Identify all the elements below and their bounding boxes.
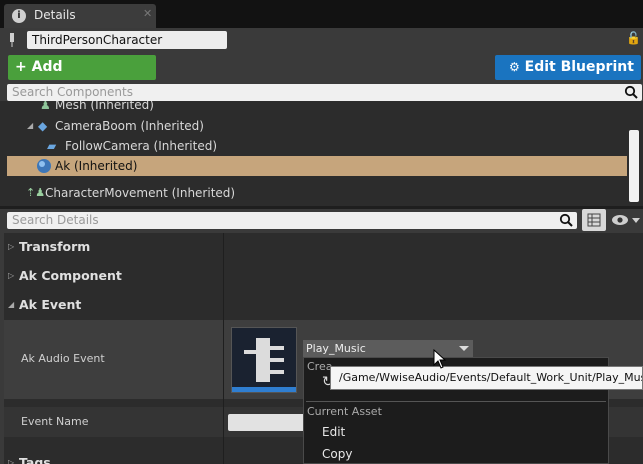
- category-label: Ak Component: [19, 268, 122, 283]
- collapsed-arrow-icon: ▷: [8, 242, 15, 251]
- actor-name-row: ThirdPersonCharacter 🔓: [0, 28, 643, 52]
- camera-icon: ▰: [47, 139, 57, 153]
- tab-title: Details: [34, 8, 76, 22]
- menu-separator: [306, 401, 606, 402]
- tree-item-ak[interactable]: Ak (Inherited): [7, 156, 627, 176]
- edit-blueprint-button[interactable]: ⚙ Edit Blueprint ▼: [495, 55, 641, 99]
- tree-item-mesh[interactable]: ♟ Mesh (Inherited): [0, 101, 628, 115]
- property-label: Ak Audio Event: [21, 352, 105, 365]
- property-matrix-button[interactable]: [582, 209, 606, 231]
- asset-path-tooltip: /Game/WwiseAudio/Events/Default_Work_Uni…: [330, 366, 643, 390]
- tree-item-label: CharacterMovement (Inherited): [45, 186, 236, 200]
- component-tree: ♟ Mesh (Inherited) ◢ ◆ CameraBoom (Inher…: [0, 101, 643, 208]
- chevron-down-icon: [459, 346, 469, 351]
- ak-sphere-icon: [37, 159, 51, 173]
- category-label: Ak Event: [19, 297, 82, 312]
- category-label: Tags: [19, 455, 51, 464]
- tree-item-label: Ak (Inherited): [55, 159, 138, 173]
- add-component-button[interactable]: + Add Component ▼: [8, 55, 156, 100]
- search-components-placeholder: Search Components: [12, 85, 133, 99]
- actor-name-input[interactable]: ThirdPersonCharacter: [27, 31, 227, 49]
- collapsed-arrow-icon: ▷: [8, 271, 15, 280]
- menu-item-edit[interactable]: Edit: [322, 425, 345, 439]
- lock-icon[interactable]: 🔓: [626, 31, 641, 45]
- tree-item-charactermovement[interactable]: ⇡♟ CharacterMovement (Inherited): [0, 183, 628, 203]
- tree-item-followcamera[interactable]: ▰ FollowCamera (Inherited): [0, 136, 628, 156]
- view-options-button[interactable]: [611, 213, 641, 227]
- collapsed-arrow-icon: ▷: [8, 458, 15, 464]
- category-label: Transform: [19, 239, 91, 254]
- mouse-cursor-icon: [433, 349, 447, 369]
- expanded-arrow-icon: ◢: [8, 300, 15, 309]
- tree-item-label: CameraBoom (Inherited): [55, 119, 204, 133]
- current-asset-header: Current Asset: [307, 405, 382, 418]
- asset-thumbnail[interactable]: [231, 327, 297, 393]
- create-header: Crea: [307, 360, 333, 373]
- tree-scrollbar[interactable]: [629, 130, 639, 202]
- search-icon: [559, 213, 573, 227]
- menu-item-copy[interactable]: Copy: [322, 447, 352, 461]
- search-details-placeholder: Search Details: [12, 213, 99, 227]
- tree-item-label: Mesh (Inherited): [55, 101, 154, 112]
- search-components-input[interactable]: Search Components: [7, 84, 642, 101]
- combo-value: Play_Music: [306, 342, 366, 355]
- category-transform[interactable]: ▷ Transform: [4, 233, 643, 261]
- gear-icon: ⚙: [509, 60, 520, 74]
- search-details-input[interactable]: Search Details: [7, 212, 577, 229]
- event-name-input[interactable]: [228, 414, 308, 431]
- info-icon: i: [12, 9, 26, 23]
- tree-item-label: FollowCamera (Inherited): [65, 139, 218, 153]
- mesh-icon: ♟: [40, 101, 51, 112]
- ak-event-asset-icon: [232, 328, 296, 392]
- edit-blueprint-label: Edit Blueprint: [524, 59, 634, 75]
- camera-boom-icon: ◆: [38, 119, 48, 133]
- eye-icon: [612, 215, 640, 225]
- character-movement-icon: ⇡♟: [26, 186, 46, 199]
- ak-audio-event-combo[interactable]: Play_Music: [303, 340, 473, 357]
- tab-details[interactable]: i Details ✕: [4, 4, 156, 28]
- column-divider[interactable]: [223, 233, 224, 464]
- splitter[interactable]: [0, 206, 643, 209]
- search-icon: [624, 85, 638, 99]
- category-ak-event[interactable]: ◢ Ak Event: [4, 291, 643, 319]
- expand-triangle-icon: ◢: [27, 121, 34, 130]
- tab-bar: i Details ✕: [0, 0, 643, 28]
- pin-icon: [10, 33, 14, 47]
- property-label: Event Name: [21, 415, 89, 428]
- category-ak-component[interactable]: ▷ Ak Component: [4, 262, 643, 290]
- tree-item-cameraboom[interactable]: ◢ ◆ CameraBoom (Inherited): [0, 116, 628, 136]
- grid-icon: [587, 213, 601, 227]
- close-icon[interactable]: ✕: [143, 7, 152, 20]
